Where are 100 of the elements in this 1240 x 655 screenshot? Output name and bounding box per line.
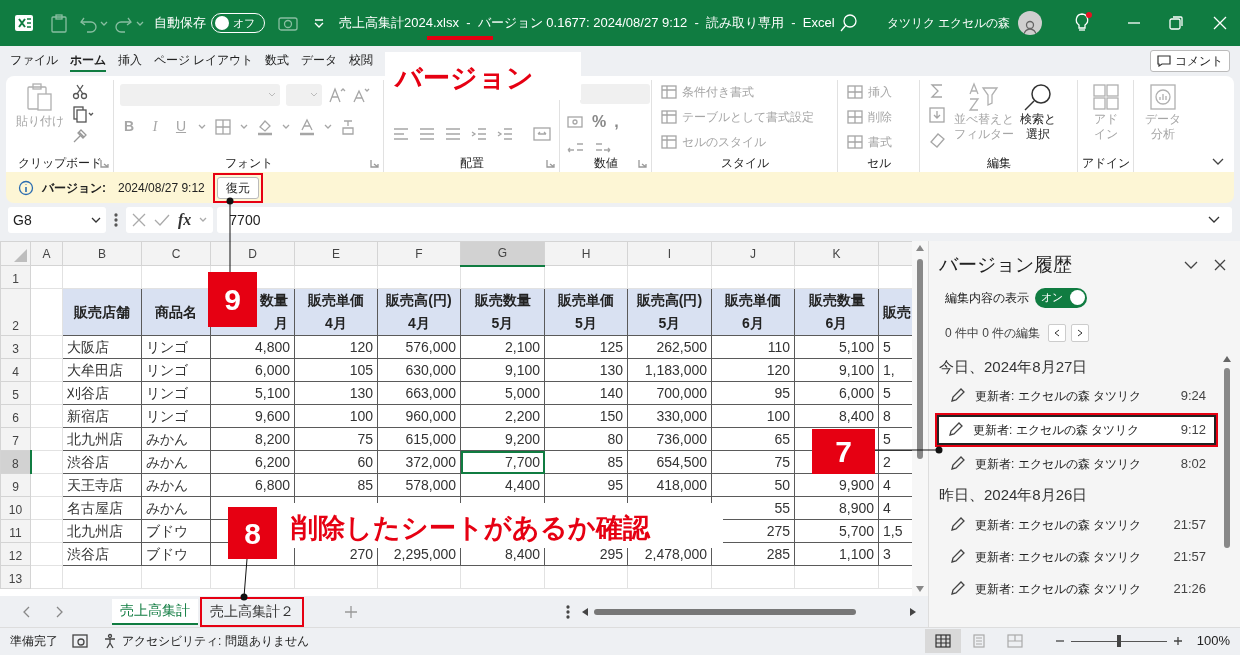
number-style-button[interactable]: , xyxy=(614,110,619,134)
name-box[interactable]: G8 xyxy=(8,207,106,233)
row-header[interactable]: 4 xyxy=(0,358,31,382)
row-header[interactable]: 8 xyxy=(0,450,31,474)
restore-button[interactable]: 復元 xyxy=(216,176,259,199)
ribbon-tab[interactable]: 校閲 xyxy=(349,50,374,72)
macro-record-icon[interactable] xyxy=(72,634,88,648)
decrease-decimal-icon[interactable] xyxy=(594,140,612,154)
font-color-icon[interactable] xyxy=(298,117,316,136)
next-sheet-icon[interactable] xyxy=(54,605,64,618)
scroll-up-icon[interactable] xyxy=(1223,355,1231,362)
ribbon-tab[interactable]: データ xyxy=(301,50,338,72)
zoom-in-icon[interactable] xyxy=(1172,636,1183,646)
comment-button[interactable]: コメント xyxy=(1150,50,1230,72)
row-header[interactable]: 9 xyxy=(0,473,31,497)
zoom-slider[interactable] xyxy=(1070,634,1167,648)
dialog-launcher-icon[interactable] xyxy=(100,158,109,168)
version-item[interactable]: 更新者: エクセルの森 タツリク 9:24 xyxy=(939,381,1216,411)
row-header[interactable]: 1 xyxy=(0,265,31,289)
column-header[interactable]: J xyxy=(711,241,795,266)
scroll-left-icon[interactable] xyxy=(582,607,588,616)
slider-thumb[interactable] xyxy=(1116,635,1121,647)
column-header[interactable]: K xyxy=(794,241,879,266)
cancel-icon[interactable] xyxy=(132,213,146,227)
row-header[interactable]: 5 xyxy=(0,381,31,405)
show-changes-toggle[interactable]: オン xyxy=(1035,287,1087,308)
more-options-icon[interactable] xyxy=(566,604,570,619)
collapse-ribbon-icon[interactable] xyxy=(1212,158,1224,166)
align-center-icon[interactable] xyxy=(418,126,436,142)
version-item[interactable]: 更新者: エクセルの森 タツリク 21:57 xyxy=(939,509,1216,540)
column-header[interactable]: H xyxy=(544,241,628,266)
row-header[interactable]: 6 xyxy=(0,404,31,428)
dialog-launcher-icon[interactable] xyxy=(546,158,555,168)
column-header[interactable]: D xyxy=(210,241,295,266)
spreadsheet-logo-icon[interactable] xyxy=(14,13,34,33)
more-options-icon[interactable] xyxy=(114,213,118,227)
version-item[interactable]: 更新者: エクセルの森 タツリク 9:12 xyxy=(937,415,1216,445)
row-header[interactable]: 2 xyxy=(0,288,31,336)
version-item[interactable]: 更新者: エクセルの森 タツリク 21:26 xyxy=(939,573,1216,604)
scissors-icon[interactable] xyxy=(72,84,88,100)
select-all-corner[interactable] xyxy=(0,241,31,266)
ribbon-tab[interactable]: ページ レイアウト xyxy=(154,50,254,72)
accessibility-icon[interactable] xyxy=(102,633,118,649)
increase-indent-icon[interactable] xyxy=(496,126,514,142)
column-header[interactable]: G xyxy=(460,241,545,266)
search-icon[interactable] xyxy=(838,13,859,33)
caret-icon[interactable] xyxy=(198,123,206,130)
column-header[interactable]: A xyxy=(30,241,63,266)
sheet-tab[interactable]: 売上高集計 xyxy=(112,598,198,625)
customize-caret-icon[interactable] xyxy=(313,17,325,29)
ribbon-tab[interactable]: 挿入 xyxy=(118,50,142,72)
borders-icon[interactable] xyxy=(214,117,232,136)
column-header[interactable]: F xyxy=(377,241,461,266)
merge-cells-icon[interactable] xyxy=(532,126,554,142)
caret-icon[interactable] xyxy=(199,217,208,223)
avatar[interactable] xyxy=(1018,11,1042,35)
version-item[interactable]: 更新者: エクセルの森 タツリク 21:57 xyxy=(939,541,1216,572)
enter-icon[interactable] xyxy=(154,213,170,227)
caret-icon[interactable] xyxy=(282,123,290,130)
previous-edit-button[interactable] xyxy=(1048,323,1067,342)
format-painter-icon[interactable] xyxy=(72,128,88,144)
row-header[interactable]: 11 xyxy=(0,519,31,543)
dialog-launcher-icon[interactable] xyxy=(370,158,379,168)
fill-down-icon[interactable] xyxy=(928,106,948,124)
ribbon-tab[interactable]: ファイル xyxy=(10,50,58,72)
column-header[interactable]: E xyxy=(294,241,378,266)
row-header[interactable]: 10 xyxy=(0,496,31,520)
grow-font-icon[interactable] xyxy=(328,86,346,104)
number-style-button[interactable]: % xyxy=(592,110,607,134)
formula-input[interactable]: 7700 xyxy=(217,207,1232,233)
decrease-indent-icon[interactable] xyxy=(470,126,488,142)
row-header[interactable]: 12 xyxy=(0,542,31,566)
vertical-scrollbar[interactable] xyxy=(912,241,928,596)
align-right-icon[interactable] xyxy=(444,126,462,142)
shrink-font-icon[interactable] xyxy=(352,86,370,104)
column-header[interactable]: B xyxy=(62,241,142,266)
view-button[interactable] xyxy=(924,629,961,653)
restore-icon[interactable] xyxy=(1168,15,1184,31)
caret-icon[interactable] xyxy=(240,123,248,130)
next-edit-button[interactable] xyxy=(1071,323,1090,342)
version-item[interactable]: 更新者: エクセルの森 タツリク 8:02 xyxy=(939,449,1216,479)
row-header[interactable]: 13 xyxy=(0,565,31,589)
scroll-down-icon[interactable] xyxy=(916,586,924,592)
scroll-up-icon[interactable] xyxy=(916,245,924,251)
column-header[interactable]: I xyxy=(627,241,712,266)
row-header[interactable]: 7 xyxy=(0,427,31,451)
chevron-down-icon[interactable] xyxy=(1184,260,1198,271)
column-header[interactable]: C xyxy=(141,241,211,266)
dialog-launcher-icon[interactable] xyxy=(638,158,647,168)
caret-icon[interactable] xyxy=(324,123,332,130)
close-icon[interactable] xyxy=(1214,259,1226,272)
increase-decimal-icon[interactable] xyxy=(566,140,584,154)
previous-sheet-icon[interactable] xyxy=(22,605,32,618)
sheet-tab[interactable]: 売上高集計２ xyxy=(202,598,302,625)
scroll-right-icon[interactable] xyxy=(910,607,916,616)
currency-icon[interactable] xyxy=(566,115,584,129)
ribbon-tab[interactable]: ホーム xyxy=(70,50,106,72)
add-sheet-icon[interactable] xyxy=(344,604,358,619)
phonetic-icon[interactable] xyxy=(340,117,356,136)
row-header[interactable]: 3 xyxy=(0,335,31,359)
